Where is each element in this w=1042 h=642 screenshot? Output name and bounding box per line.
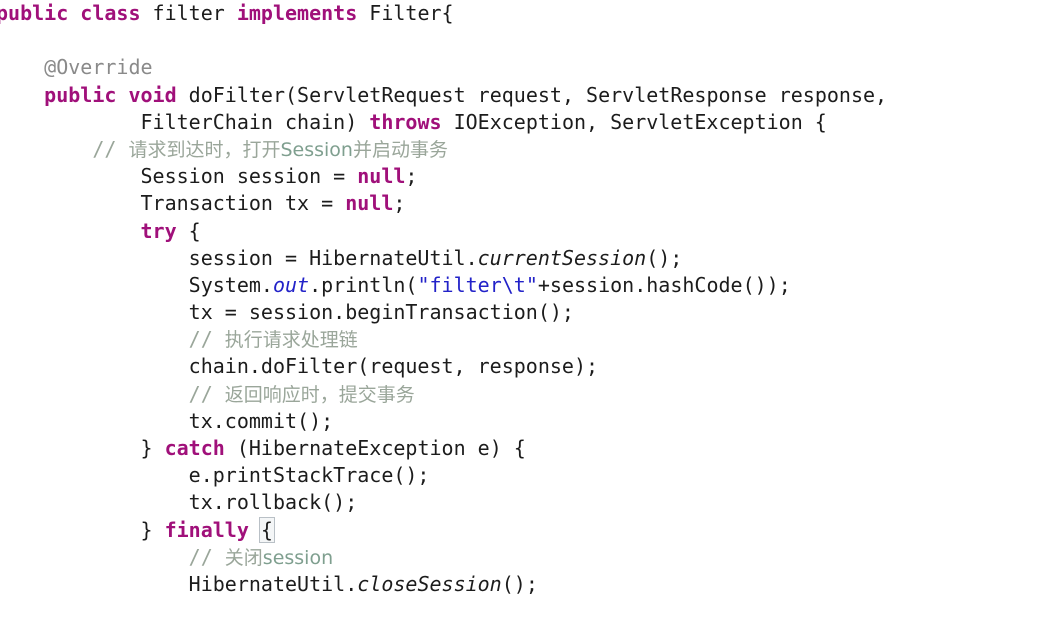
code-token-plain: filter: [140, 1, 237, 25]
code-line[interactable]: // 关闭session: [0, 544, 887, 571]
source-code-block[interactable]: public class filter implements Filter{ @…: [0, 0, 887, 598]
code-line[interactable]: } catch (HibernateException e) {: [0, 435, 887, 462]
code-editor[interactable]: public class filter implements Filter{ @…: [0, 0, 1042, 642]
code-token-cmt-cn: 并启动事务: [352, 138, 448, 161]
code-token-field: out: [272, 272, 310, 297]
code-token-kw: null: [345, 191, 394, 216]
code-line[interactable]: chain.doFilter(request, response);: [0, 353, 887, 380]
code-line[interactable]: public class filter implements Filter{: [0, 0, 887, 27]
code-token-plain: doFilter(ServletRequest request, Servlet…: [176, 82, 888, 107]
code-token-kw: implements: [236, 1, 358, 25]
code-token-ann: @Override: [44, 55, 153, 80]
code-token-plain: ;: [393, 191, 406, 216]
code-line[interactable]: try {: [0, 218, 887, 245]
code-token-plain: chain.doFilter(request, response);: [0, 354, 599, 379]
code-token-kw: public: [44, 82, 117, 107]
code-token-plain: session = HibernateUtil.: [0, 245, 478, 270]
code-token-plain: tx.rollback();: [0, 490, 358, 515]
code-token-kw: class: [80, 1, 141, 25]
code-token-plain: }: [0, 517, 165, 542]
code-line[interactable]: e.printStackTrace();: [0, 462, 887, 489]
code-token-plain: ();: [646, 245, 683, 270]
code-line[interactable]: public void doFilter(ServletRequest requ…: [0, 82, 887, 109]
code-token-str: "filter\t": [417, 272, 538, 297]
code-token-cmt-en: Session: [280, 138, 353, 161]
code-line[interactable]: } finally {: [0, 516, 887, 544]
code-token-cmt: //: [188, 327, 225, 352]
code-token-plain: tx = session.beginTransaction();: [0, 300, 574, 325]
code-token-cmt-en: session: [262, 546, 334, 569]
code-token-plain: }: [0, 436, 165, 460]
code-token-brace-match: {: [258, 516, 275, 543]
code-token-mstatic: closeSession: [357, 571, 502, 596]
code-line[interactable]: FilterChain chain) throws IOException, S…: [0, 109, 887, 136]
code-token-kw: try: [140, 218, 177, 243]
code-token-cmt: //: [92, 136, 129, 161]
code-token-plain: {: [176, 218, 201, 243]
code-line[interactable]: HibernateUtil.closeSession();: [0, 571, 887, 598]
code-line[interactable]: System.out.println("filter\t"+session.ha…: [0, 272, 887, 299]
code-token-plain: Transaction tx =: [0, 191, 346, 216]
code-token-cmt: //: [188, 381, 225, 406]
code-line[interactable]: @Override: [0, 54, 887, 81]
code-line[interactable]: tx = session.beginTransaction();: [0, 299, 887, 326]
code-line[interactable]: Transaction tx = null;: [0, 190, 887, 217]
code-token-kw: throws: [369, 109, 442, 134]
code-token-cmt-cn: 请求到达时，打开: [128, 138, 281, 161]
code-token-plain: Session session =: [0, 164, 358, 189]
code-token-cmt-cn: 执行请求处理链: [224, 329, 358, 352]
code-token-plain: System.: [0, 272, 273, 297]
code-token-plain: FilterChain chain): [0, 109, 370, 134]
code-token-plain: ();: [501, 571, 538, 596]
code-token-plain: +session.hashCode());: [537, 272, 791, 297]
code-token-plain: IOException, ServletException {: [441, 109, 827, 134]
code-token-plain: .println(: [309, 272, 418, 297]
code-line[interactable]: session = HibernateUtil.currentSession()…: [0, 245, 887, 272]
code-token-cmt: //: [188, 544, 225, 569]
code-token-mstatic: currentSession: [477, 245, 647, 270]
code-line[interactable]: // 请求到达时，打开Session并启动事务: [0, 136, 887, 163]
code-token-plain: Filter{: [357, 1, 454, 25]
code-token-plain: ;: [405, 164, 418, 189]
code-line[interactable]: [0, 27, 887, 54]
code-token-plain: e.printStackTrace();: [0, 463, 430, 488]
code-token-kw: catch: [164, 436, 225, 460]
code-token-plain: (HibernateException e) {: [224, 436, 526, 460]
code-line[interactable]: Session session = null;: [0, 163, 887, 190]
code-token-plain: tx.commit();: [0, 408, 334, 433]
code-line[interactable]: // 执行请求处理链: [0, 326, 887, 353]
code-token-kw: public: [0, 1, 69, 25]
code-token-kw: null: [357, 164, 406, 189]
code-line[interactable]: tx.rollback();: [0, 489, 887, 516]
code-line[interactable]: tx.commit();: [0, 408, 887, 435]
code-token-cmt-cn: 关闭: [224, 546, 263, 569]
code-token-cmt-cn: 返回响应时，提交事务: [224, 383, 415, 406]
code-token-kw: void: [128, 82, 177, 107]
code-token-kw: finally: [164, 517, 249, 542]
code-token-plain: HibernateUtil.: [0, 571, 358, 596]
code-line[interactable]: // 返回响应时，提交事务: [0, 381, 887, 408]
